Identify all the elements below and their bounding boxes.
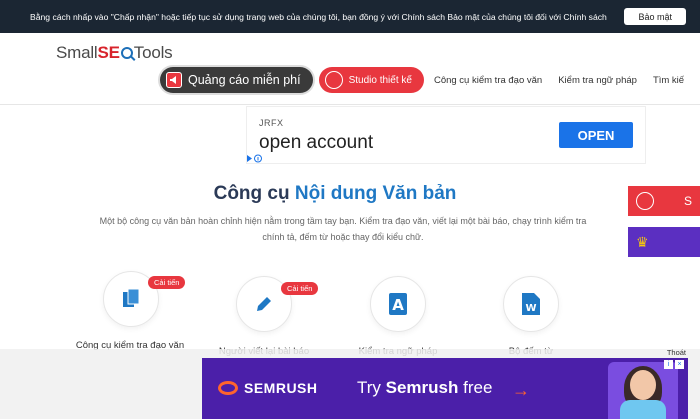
word-doc-icon: W [520,293,542,315]
semrush-flame-icon [218,381,238,395]
title-prefix: Công cụ [213,183,295,204]
tool-word-counter[interactable]: W [503,276,559,332]
title-highlight: Nội dung Văn bản [294,183,457,204]
arrow-right-icon: → [512,380,530,400]
page-title: Công cụ Nội dung Văn bản [0,183,670,205]
logo-text-seo: SE [97,43,120,62]
cta-suffix: free [458,378,493,397]
megaphone-icon [166,72,182,88]
cta-prefix: Try [357,378,386,397]
design-studio-button[interactable]: Studio thiết kế [318,67,424,93]
ad-headline[interactable]: open account [259,132,373,154]
side-red-label: S [684,194,693,208]
tool-grammar-checker[interactable]: A [370,276,426,332]
ad-controls[interactable]: i × [664,360,684,369]
display-ad[interactable]: JRFX open account OPEN [246,106,646,164]
site-header: Small SE Tools Quảng cáo miễn phí Studio… [0,33,700,105]
crown-icon: ♛ [636,233,649,250]
ad-brand: JRFX [259,118,284,128]
semrush-brand: SEMRUSH [244,380,318,396]
close-ad-button[interactable]: Thoát [667,348,686,357]
ad-info-icon[interactable]: i [664,360,673,369]
improved-badge: Cải tiến [281,282,319,295]
nav-link-plagiarism[interactable]: Công cụ kiểm tra đạo văn [434,75,542,86]
cookie-accept-button[interactable]: Bảo mật [624,8,686,25]
side-studio-widget[interactable]: S [628,186,700,216]
main-nav: Quảng cáo miễn phí Studio thiết kế Công … [160,67,684,93]
improved-badge: Cải tiến [148,276,186,289]
logo-text-tools: Tools [133,43,173,62]
cookie-banner: Bằng cách nhấp vào "Chấp nhận" hoặc tiếp… [0,0,700,33]
svg-text:A: A [392,296,404,314]
pencil-icon [253,293,275,315]
ad-open-button[interactable]: OPEN [559,122,633,148]
site-logo[interactable]: Small SE Tools [56,43,173,63]
ad-person-image [608,362,678,419]
studio-logo-icon [636,192,654,210]
studio-logo-icon [324,71,343,89]
semrush-cta[interactable]: Try Semrush free [357,378,492,398]
nav-link-search[interactable]: Tìm kiế [653,75,684,86]
page-description: Một bộ công cụ văn bản hoàn chỉnh hiện n… [99,216,587,242]
side-premium-widget[interactable]: ♛ [628,227,700,257]
design-studio-label: Studio thiết kế [348,74,412,86]
free-ads-label: Quảng cáo miễn phí [188,73,301,87]
cta-bold: Semrush [385,378,459,397]
svg-text:W: W [525,303,536,314]
ad-choices-icon[interactable] [246,154,266,164]
free-ads-button[interactable]: Quảng cáo miễn phí [160,67,313,93]
ad-close-icon[interactable]: × [675,360,684,369]
semrush-ad[interactable]: SEMRUSH Try Semrush free → i × [202,358,688,419]
semrush-logo: SEMRUSH [218,380,318,396]
cookie-text: Bằng cách nhấp vào "Chấp nhận" hoặc tiếp… [30,11,607,22]
nav-link-grammar[interactable]: Kiểm tra ngữ pháp [558,75,637,86]
logo-text-small: Small [56,43,98,62]
documents-icon [120,288,142,310]
magnifier-icon [120,47,133,59]
letter-a-icon: A [387,293,409,315]
